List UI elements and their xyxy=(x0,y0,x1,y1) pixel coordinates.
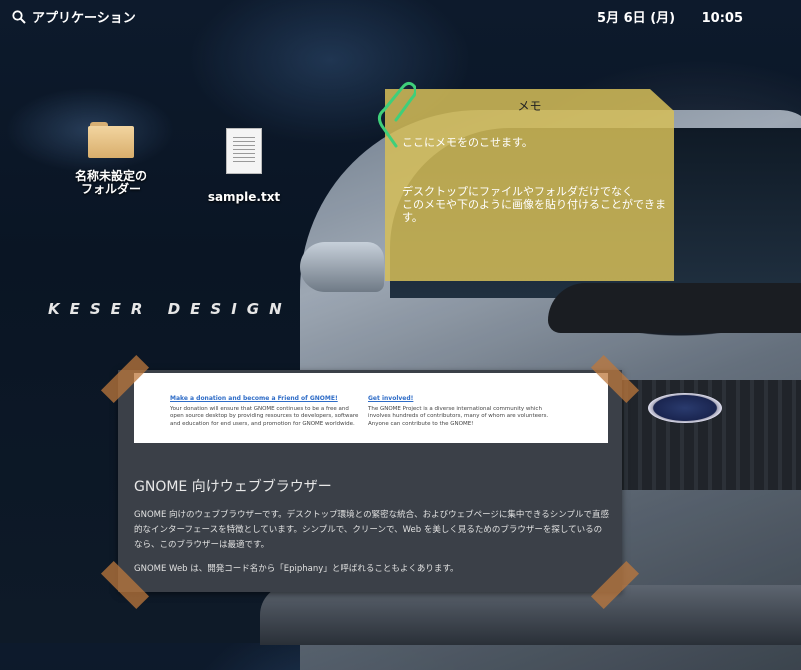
memo-title: メモ xyxy=(517,99,542,113)
card-paragraph-1: GNOME 向けのウェブブラウザーです。デスクトップ環境との緊密な統合、およびウ… xyxy=(134,510,610,550)
paperclip-icon xyxy=(377,81,416,148)
screenshot-left-heading: Make a donation and become a Friend of G… xyxy=(170,395,338,402)
car-bumper xyxy=(260,585,801,645)
top-bar: アプリケーション 5月 6日 (月) 10:05 xyxy=(0,0,801,30)
memo-line-2[interactable]: デスクトップにファイルやフォルダだけでなく このメモや下のように画像を貼り付ける… xyxy=(402,185,667,224)
applications-label: アプリケーション xyxy=(32,11,136,26)
pasted-image-card[interactable]: Make a donation and become a Friend of G… xyxy=(118,370,622,592)
folder-label: 名称未設定の フォルダー xyxy=(74,169,147,196)
card-paragraph-2: GNOME Web は、開発コード名から「Epiphany」と呼ばれることもよく… xyxy=(134,564,459,574)
clock[interactable]: 5月 6日 (月) 10:05 xyxy=(597,7,743,26)
desktop-folder[interactable]: 名称未設定の フォルダー xyxy=(62,122,160,196)
folder-icon xyxy=(88,122,134,158)
search-icon xyxy=(12,9,26,24)
screenshot-left-column: Make a donation and become a Friend of G… xyxy=(170,395,360,428)
card-title: GNOME 向けウェブブラウザー xyxy=(134,479,332,495)
wallpaper-logo: KESER DESIGN xyxy=(48,300,292,318)
car-hood-scoop xyxy=(548,283,801,333)
webpage-screenshot: Make a donation and become a Friend of G… xyxy=(134,373,608,443)
memo-note[interactable]: メモ ここにメモをのこせます。 デスクトップにファイルやフォルダだけでなく この… xyxy=(385,89,674,281)
screenshot-right-heading: Get involved! xyxy=(368,395,414,402)
screenshot-right-text: The GNOME Project is a diverse internati… xyxy=(368,405,549,427)
memo-line-1[interactable]: ここにメモをのこせます。 xyxy=(402,136,667,149)
clock-date: 5月 6日 (月) xyxy=(597,11,676,26)
screenshot-left-text: Your donation will ensure that GNOME con… xyxy=(170,405,359,427)
desktop-file[interactable]: sample.txt xyxy=(204,128,284,204)
clock-time: 10:05 xyxy=(701,11,743,26)
text-file-icon xyxy=(226,128,262,174)
applications-menu-button[interactable]: アプリケーション xyxy=(12,7,136,26)
car-mirror xyxy=(300,242,384,292)
screenshot-right-column: Get involved! The GNOME Project is a div… xyxy=(368,395,558,428)
car-badge xyxy=(648,393,722,423)
file-label: sample.txt xyxy=(207,190,281,204)
